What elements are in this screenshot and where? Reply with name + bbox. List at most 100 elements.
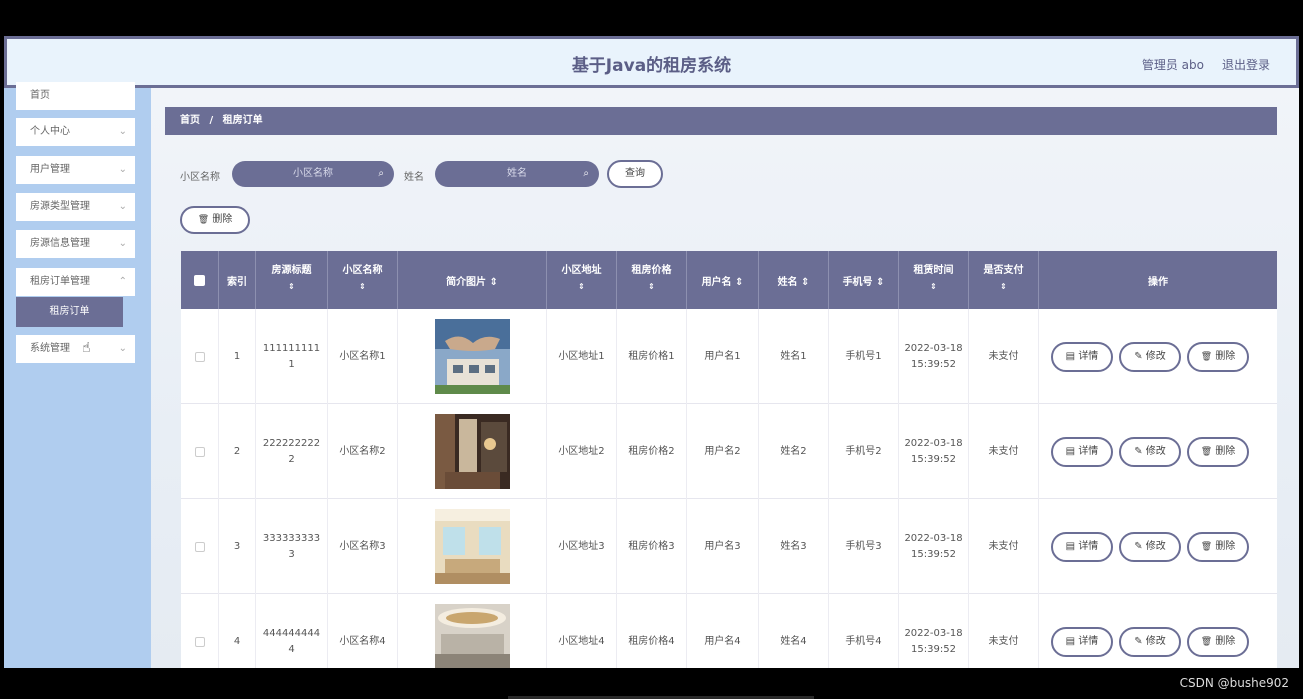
bulk-delete-button[interactable]: 🗑 删除 xyxy=(180,206,250,234)
delete-button[interactable]: 🗑 删除 xyxy=(1187,437,1249,467)
chevron-up-icon: ⌃ xyxy=(118,276,127,287)
video-frame: 基于Java的租房系统 管理员 abo 退出登录 首页 个人中心 ⌄ 用户管理 … xyxy=(0,0,1303,699)
name-filter-label: 姓名 xyxy=(404,172,424,183)
name-search-input[interactable]: 姓名 ⌕ xyxy=(435,161,599,187)
column-header-paid[interactable]: 是否支付 ⇕ xyxy=(969,251,1039,309)
column-header-title[interactable]: 房源标题 ⇕ xyxy=(256,251,328,309)
column-header-community[interactable]: 小区名称 ⇕ xyxy=(328,251,398,309)
detail-button[interactable]: ▤ 详情 xyxy=(1051,342,1113,372)
actions-cell: ▤ 详情 ✎ 修改 🗑 删除 xyxy=(1039,309,1277,404)
community-search-placeholder: 小区名称 xyxy=(293,168,333,179)
house-thumbnail-image[interactable] xyxy=(434,414,510,489)
sidebar-item-house-info[interactable]: 房源信息管理 ⌄ xyxy=(16,230,135,258)
price-cell: 租房价格1 xyxy=(617,309,687,404)
title-cell: 3333333333 xyxy=(256,499,328,594)
index-cell: 4 xyxy=(219,594,256,668)
name-cell: 姓名3 xyxy=(759,499,829,594)
paid-cell: 未支付 xyxy=(969,404,1039,499)
detail-icon: ▤ xyxy=(1065,351,1076,362)
time-cell: 2022-03-18 15:39:52 xyxy=(899,404,969,499)
chevron-down-icon: ⌄ xyxy=(118,126,127,137)
column-header-select xyxy=(181,251,219,309)
breadcrumb-separator: / xyxy=(209,115,214,126)
edit-icon: ✎ xyxy=(1134,446,1143,457)
column-header-username[interactable]: 用户名 ⇕ xyxy=(687,251,759,309)
community-cell: 小区名称3 xyxy=(328,499,398,594)
delete-button[interactable]: 🗑 删除 xyxy=(1187,627,1249,657)
chevron-down-icon: ⌄ xyxy=(118,164,127,175)
sidebar-item-home[interactable]: 首页 xyxy=(16,82,135,110)
image-cell xyxy=(398,499,547,594)
detail-button[interactable]: ▤ 详情 xyxy=(1051,627,1113,657)
community-filter-label: 小区名称 xyxy=(180,172,220,183)
community-cell: 小区名称4 xyxy=(328,594,398,668)
title-cell: 2222222222 xyxy=(256,404,328,499)
name-cell: 姓名1 xyxy=(759,309,829,404)
username-cell: 用户名2 xyxy=(687,404,759,499)
column-header-phone[interactable]: 手机号 ⇕ xyxy=(829,251,899,309)
community-cell: 小区名称2 xyxy=(328,404,398,499)
sidebar-item-label: 房源类型管理 xyxy=(30,201,90,212)
paid-cell: 未支付 xyxy=(969,309,1039,404)
column-header-price[interactable]: 租房价格 ⇕ xyxy=(617,251,687,309)
table-row: 2 2222222222 小区名称2 小区地址2 租房价格2 用户名2 姓名2 … xyxy=(181,404,1277,499)
breadcrumb: 首页 / 租房订单 xyxy=(165,107,1277,135)
row-checkbox[interactable] xyxy=(194,351,205,362)
edit-button[interactable]: ✎ 修改 xyxy=(1119,342,1181,372)
detail-icon: ▤ xyxy=(1065,446,1076,457)
sort-icon: ⇕ xyxy=(288,282,295,291)
image-cell xyxy=(398,309,547,404)
title-cell: 4444444444 xyxy=(256,594,328,668)
phone-cell: 手机号4 xyxy=(829,594,899,668)
sidebar-item-house-types[interactable]: 房源类型管理 ⌄ xyxy=(16,193,135,221)
search-icon: ⌕ xyxy=(378,168,384,179)
community-search-input[interactable]: 小区名称 ⌕ xyxy=(232,161,394,187)
username-cell: 用户名3 xyxy=(687,499,759,594)
query-button[interactable]: 查询 xyxy=(607,160,663,188)
index-cell: 2 xyxy=(219,404,256,499)
house-thumbnail-image[interactable] xyxy=(434,319,510,394)
price-cell: 租房价格4 xyxy=(617,594,687,668)
sidebar-item-system[interactable]: 系统管理 ⌄ xyxy=(16,335,135,363)
delete-button[interactable]: 🗑 删除 xyxy=(1187,532,1249,562)
column-header-image[interactable]: 简介图片 ⇕ xyxy=(398,251,547,309)
house-thumbnail-image[interactable] xyxy=(434,509,510,584)
username-cell: 用户名1 xyxy=(687,309,759,404)
sidebar-item-users[interactable]: 用户管理 ⌄ xyxy=(16,156,135,184)
sidebar-item-rental-orders[interactable]: 租房订单管理 ⌃ xyxy=(16,268,135,296)
row-select-cell xyxy=(181,404,219,499)
index-cell: 1 xyxy=(219,309,256,404)
column-header-actions: 操作 xyxy=(1148,277,1168,288)
row-checkbox[interactable] xyxy=(194,541,205,552)
address-cell: 小区地址3 xyxy=(547,499,617,594)
row-select-cell xyxy=(181,309,219,404)
logout-link[interactable]: 退出登录 xyxy=(1222,56,1270,73)
column-header-time[interactable]: 租赁时间 ⇕ xyxy=(899,251,969,309)
edit-button[interactable]: ✎ 修改 xyxy=(1119,532,1181,562)
detail-button[interactable]: ▤ 详情 xyxy=(1051,532,1113,562)
house-thumbnail-image[interactable] xyxy=(434,604,510,668)
pointer-cursor-icon: ☝ xyxy=(82,340,91,356)
sidebar-item-label: 房源信息管理 xyxy=(30,238,90,249)
sort-icon: ⇕ xyxy=(359,282,366,291)
paid-cell: 未支付 xyxy=(969,499,1039,594)
image-cell xyxy=(398,594,547,668)
edit-button[interactable]: ✎ 修改 xyxy=(1119,437,1181,467)
row-checkbox[interactable] xyxy=(194,446,205,457)
detail-button[interactable]: ▤ 详情 xyxy=(1051,437,1113,467)
row-select-cell xyxy=(181,594,219,668)
sidebar-item-profile[interactable]: 个人中心 ⌄ xyxy=(16,118,135,146)
submenu-item-rental-order[interactable]: 租房订单 xyxy=(16,297,123,327)
delete-button[interactable]: 🗑 删除 xyxy=(1187,342,1249,372)
column-header-name[interactable]: 姓名 ⇕ xyxy=(759,251,829,309)
column-header-address[interactable]: 小区地址 ⇕ xyxy=(547,251,617,309)
sidebar-item-label: 首页 xyxy=(30,90,50,101)
sort-icon: ⇕ xyxy=(1000,282,1007,291)
sidebar-item-label: 租房订单管理 xyxy=(30,276,90,287)
edit-button[interactable]: ✎ 修改 xyxy=(1119,627,1181,657)
breadcrumb-home[interactable]: 首页 xyxy=(180,115,200,126)
row-checkbox[interactable] xyxy=(194,636,205,647)
select-all-checkbox[interactable] xyxy=(194,275,205,286)
actions-cell: ▤ 详情 ✎ 修改 🗑 删除 xyxy=(1039,594,1277,668)
sidebar-item-label: 用户管理 xyxy=(30,164,70,175)
